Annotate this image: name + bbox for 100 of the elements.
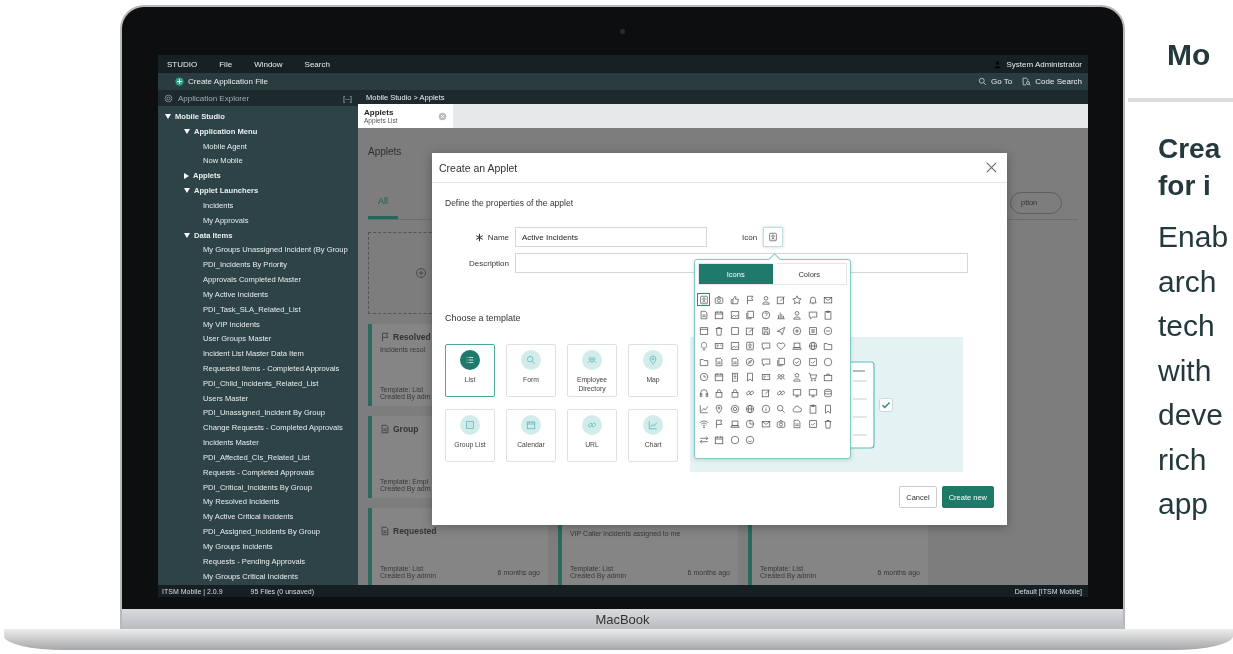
document-icon[interactable] [712, 355, 726, 369]
menu-item[interactable]: Window [254, 59, 283, 69]
lock-icon[interactable] [728, 386, 742, 400]
pie-icon[interactable] [743, 417, 757, 431]
field-label: Description [469, 258, 509, 268]
chat-icon[interactable] [759, 355, 773, 369]
grid-icon [465, 420, 475, 430]
checkbox-icon[interactable] [806, 417, 820, 431]
promo-text: app [1158, 486, 1210, 522]
trend-icon[interactable] [697, 402, 710, 416]
search-button[interactable]: Go To [978, 77, 1013, 86]
copy-icon[interactable] [743, 308, 757, 322]
cloud-icon[interactable] [790, 402, 804, 416]
user-name[interactable]: System Administrator [1006, 59, 1082, 69]
document-icon[interactable] [728, 355, 742, 369]
swap-icon[interactable] [697, 433, 710, 447]
caret-down-icon[interactable] [184, 232, 190, 238]
camera-icon[interactable] [712, 293, 726, 306]
close-icon[interactable] [986, 162, 997, 173]
contact-icon[interactable] [743, 339, 757, 353]
chat-icon[interactable] [759, 339, 773, 353]
target-icon[interactable] [728, 402, 742, 416]
trend-icon [648, 420, 658, 430]
promo-subheading: Crea [1158, 132, 1222, 166]
plus-circle-icon [175, 77, 184, 86]
create-file-button[interactable]: Create Application File [175, 77, 269, 86]
document-icon [380, 526, 390, 536]
database-icon[interactable] [821, 386, 835, 400]
document-icon[interactable] [790, 417, 804, 431]
edit-icon[interactable] [759, 386, 773, 400]
lock-icon[interactable] [712, 386, 726, 400]
plus-icon[interactable] [790, 324, 804, 338]
clock-icon[interactable] [697, 370, 710, 384]
cart-icon[interactable] [806, 370, 820, 384]
checkmark-icon [879, 397, 893, 412]
image-icon[interactable] [728, 308, 742, 322]
field-label: Name [487, 232, 509, 242]
collapse-button[interactable]: [–] [343, 93, 352, 103]
thumbs-up-icon[interactable] [728, 293, 742, 306]
calendar-icon[interactable] [712, 308, 726, 322]
globe-icon[interactable] [806, 339, 820, 353]
window-icon[interactable] [697, 324, 710, 338]
heart-icon[interactable] [774, 339, 788, 353]
menu-item[interactable]: STUDIO [167, 59, 198, 69]
save-icon[interactable] [759, 324, 773, 338]
caret-down-icon[interactable] [184, 128, 190, 134]
edit-icon[interactable] [774, 293, 788, 306]
edit-icon[interactable] [743, 324, 757, 338]
send-icon[interactable] [774, 324, 788, 338]
laptop-icon[interactable] [728, 417, 742, 431]
caret-right-icon[interactable] [184, 172, 189, 179]
search-icon[interactable] [774, 402, 788, 416]
icon-picker-button[interactable] [763, 227, 784, 247]
contact-icon[interactable] [697, 293, 710, 306]
bell-icon[interactable] [806, 293, 820, 306]
dialog-title: Create an Applet [439, 161, 518, 174]
card-title: Resolved [393, 332, 431, 342]
caret-down-icon[interactable] [165, 113, 171, 119]
person-icon[interactable] [759, 293, 773, 306]
monitor-icon[interactable] [790, 386, 804, 400]
caret-down-icon[interactable] [184, 188, 190, 194]
promo-subheading: for i [1158, 169, 1212, 203]
copy-icon[interactable] [774, 355, 788, 369]
list-icon[interactable] [806, 324, 820, 338]
help-icon[interactable] [759, 308, 773, 322]
smiley-icon[interactable] [743, 433, 757, 447]
headset-icon[interactable] [697, 386, 710, 400]
info-icon[interactable] [759, 402, 773, 416]
minus-icon[interactable] [821, 324, 835, 338]
globe-icon[interactable] [743, 402, 757, 416]
document-icon[interactable] [697, 308, 710, 322]
compass-icon[interactable] [743, 355, 757, 369]
checkbox-icon[interactable] [806, 355, 820, 369]
lines-icon [465, 355, 475, 365]
circle-icon[interactable] [728, 433, 742, 447]
section-heading: Define the properties of the applet [445, 198, 574, 210]
person-icon[interactable] [790, 370, 804, 384]
calendar-icon[interactable] [712, 370, 726, 384]
clipboard-icon[interactable] [821, 308, 835, 322]
calendar-icon[interactable] [712, 433, 726, 447]
menu-item[interactable]: Search [304, 59, 330, 69]
check-icon[interactable] [790, 355, 804, 369]
clipboard-icon[interactable] [806, 402, 820, 416]
monitor-icon[interactable] [806, 386, 820, 400]
promo-text: deve [1158, 397, 1225, 433]
star-icon[interactable] [790, 293, 804, 306]
square-icon[interactable] [728, 324, 742, 338]
image-icon[interactable] [728, 339, 742, 353]
chat-icon[interactable] [806, 308, 820, 322]
flag-icon [380, 332, 390, 342]
circle-icon[interactable] [821, 355, 835, 369]
briefcase-icon[interactable] [821, 370, 835, 384]
person-icon[interactable] [790, 308, 804, 322]
name-input[interactable]: Active Incidents [515, 227, 707, 247]
menu-item[interactable]: File [219, 59, 233, 69]
laptop-icon[interactable] [790, 339, 804, 353]
close-tab-icon[interactable] [438, 111, 447, 121]
code-search-button[interactable]: Code Search [1022, 77, 1082, 86]
camera-icon[interactable] [774, 417, 788, 431]
wifi-icon[interactable] [697, 417, 710, 431]
